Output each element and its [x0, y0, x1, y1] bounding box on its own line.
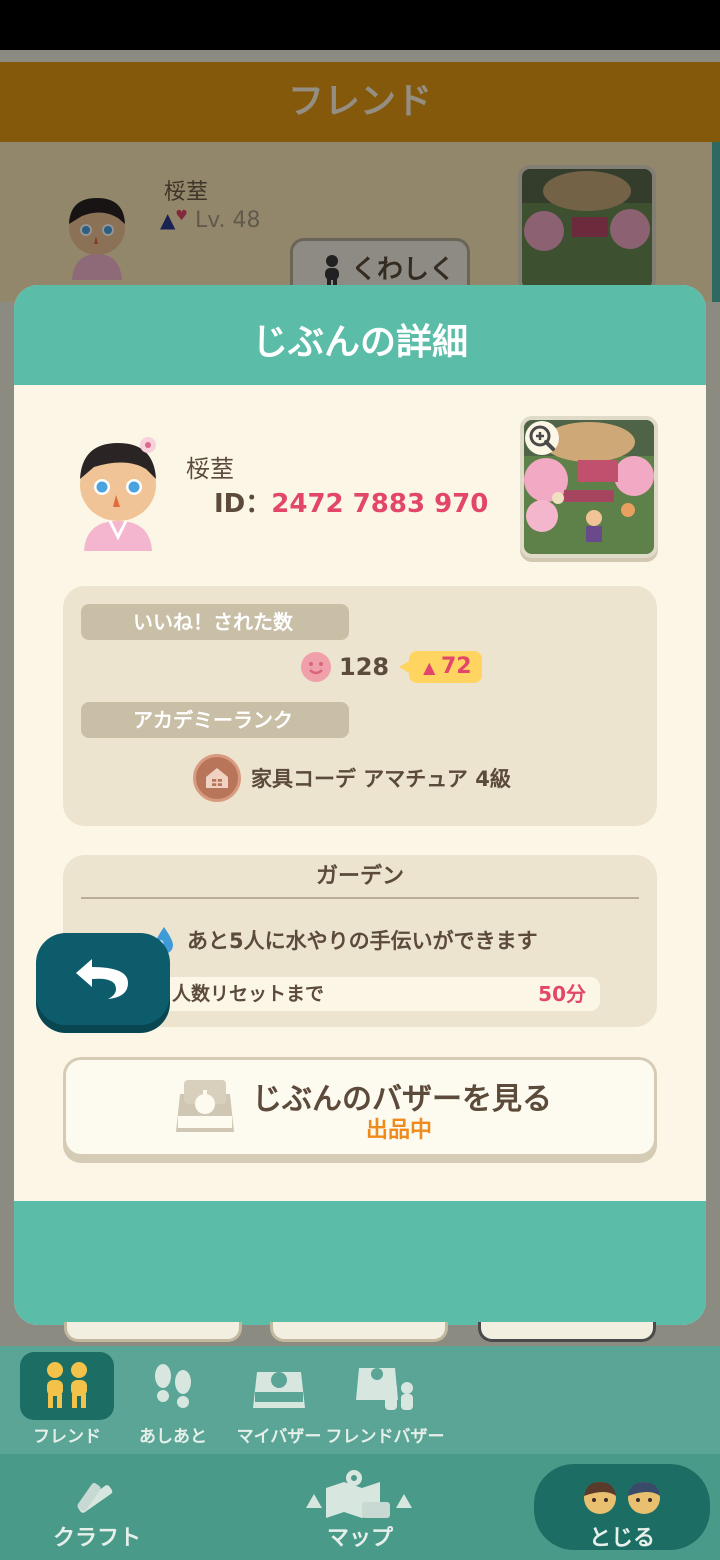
close-button[interactable]: とじる — [534, 1464, 710, 1551]
nav-craft[interactable]: クラフト — [40, 1520, 154, 1552]
friend-bazaar-icon — [356, 1368, 413, 1410]
player-id: ID：2472 7883 970 — [214, 483, 488, 520]
smile-face — [309, 662, 323, 675]
reset-timer-label: 人数リセットまで — [172, 983, 325, 1005]
player-id-value: 2472 7883 970 — [271, 489, 489, 519]
rank-medal-icon — [193, 754, 241, 802]
academy-rank-row: 家具コーデ アマチュア 4級 — [193, 754, 511, 802]
villagers-icon — [584, 1482, 660, 1514]
academy-section-label: アカデミーランク — [81, 702, 349, 738]
background-tabs-peek — [60, 1322, 660, 1344]
close-button-label: とじる — [588, 1526, 655, 1551]
background-tab-peek-3 — [478, 1322, 656, 1342]
stats-panel: いいね！された数 128 ▲ 72 アカデミーランク 家具コーデ アマチュア 4… — [63, 586, 657, 826]
academy-rank-text: 家具コーデ アマチュア 4級 — [251, 767, 511, 791]
footprints-icon — [155, 1364, 191, 1408]
view-my-bazaar-button[interactable]: じぶんのバザーを見る 出品中 — [63, 1057, 657, 1157]
zoom-in-icon[interactable] — [524, 420, 560, 456]
my-bazaar-icon — [253, 1372, 305, 1408]
background-tab-peek-2 — [270, 1322, 448, 1342]
likes-increase-value: 72 — [440, 654, 472, 679]
house-icon — [206, 768, 228, 788]
likes-count: 128 — [339, 653, 390, 681]
garden-title: ガーデン — [315, 864, 404, 889]
subnav-friend-bazaar-label: フレンドバザー — [325, 1427, 445, 1447]
watering-text: あと5人に水やりの手伝いができます — [187, 929, 538, 953]
reset-timer-row: 人数リセットまで 50分 — [120, 977, 600, 1011]
subnav-friend[interactable]: フレンド — [12, 1346, 122, 1454]
map-icon — [306, 1470, 412, 1518]
background-tab-peek-1 — [64, 1322, 242, 1342]
subnav-my-bazaar[interactable]: マイバザー — [224, 1346, 334, 1454]
bazaar-box-icon — [176, 1080, 234, 1132]
player-id-label: ID： — [214, 489, 272, 519]
garden-divider — [81, 897, 639, 899]
player-name: 桵荎 — [186, 455, 234, 483]
profile-detail-modal: じぶんの詳細 桵荎 ID：2472 7883 970 いいね！された数 128 … — [14, 285, 706, 1325]
watering-row: あと5人に水やりの手伝いができます — [153, 923, 538, 957]
nav-map[interactable]: マップ — [300, 1520, 420, 1552]
back-button[interactable] — [36, 933, 170, 1025]
likes-row: 128 ▲ 72 — [301, 650, 482, 684]
subnav-friend-bazaar[interactable]: フレンドバザー — [326, 1346, 445, 1454]
modal-footer — [14, 1201, 706, 1325]
likes-section-label: いいね！された数 — [81, 604, 349, 640]
back-arrow-icon — [76, 959, 128, 999]
status-bar — [0, 0, 720, 50]
reset-timer-value: 50分 — [538, 982, 586, 1006]
room-thumbnail[interactable] — [520, 416, 658, 558]
bazaar-status: 出品中 — [366, 1118, 433, 1143]
smile-icon — [301, 652, 331, 682]
player-avatar — [80, 437, 156, 551]
modal-title: じぶんの詳細 — [251, 322, 468, 363]
craft-icon — [77, 1483, 113, 1513]
likes-increase-badge: ▲ 72 — [399, 651, 482, 683]
up-arrow-icon: ▲ — [423, 658, 441, 677]
subnav-footprints[interactable]: あしあと — [118, 1346, 228, 1454]
friends-icon — [47, 1362, 87, 1408]
